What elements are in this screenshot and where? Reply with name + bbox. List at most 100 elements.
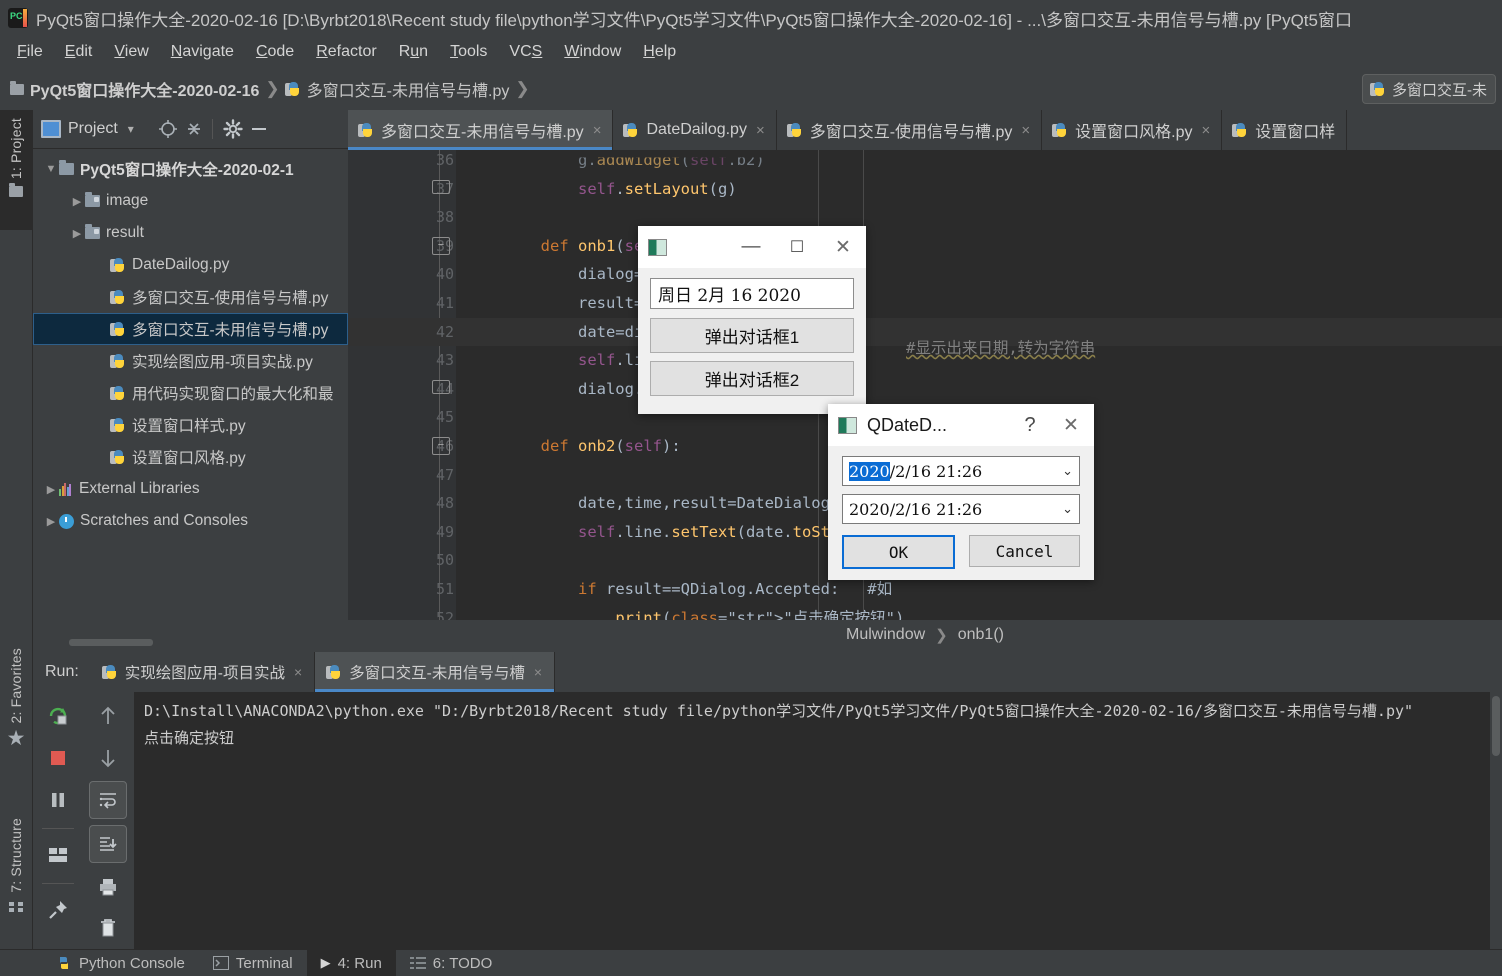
menu-window[interactable]: Window — [553, 40, 632, 64]
code-line[interactable]: result=dialog — [466, 289, 1502, 318]
stop-icon[interactable] — [40, 740, 76, 776]
sidebar-item-favorites[interactable]: 2: Favorites ★ — [0, 640, 32, 780]
app-main-dialog[interactable]: — ☐ ✕ 周日 2月 16 2020 弹出对话框1 弹出对话框2 — [638, 226, 866, 414]
menu-file[interactable]: File — [6, 40, 54, 64]
code-line[interactable] — [466, 203, 1502, 232]
maximize-icon[interactable]: ☐ — [774, 226, 820, 268]
pause-icon[interactable] — [40, 782, 76, 818]
close-icon[interactable]: × — [294, 664, 302, 680]
editor-tab-1[interactable]: DateDailog.py × — [613, 110, 777, 150]
chevron-right-icon[interactable]: ▶ — [43, 483, 59, 496]
run-console-output[interactable]: D:\Install\ANACONDA2\python.exe "D:/Byrb… — [134, 692, 1490, 960]
chevron-down-icon[interactable]: ▾ — [128, 122, 134, 136]
chevron-down-icon[interactable]: ⌄ — [1062, 464, 1073, 479]
scroll-to-end-icon[interactable] — [89, 825, 127, 863]
print-icon[interactable] — [90, 869, 126, 905]
cancel-button[interactable]: Cancel — [969, 535, 1080, 567]
code-line[interactable]: dialog=DateDi — [466, 260, 1502, 289]
code-line[interactable]: print(class="str">"点击确定按钮") — [466, 604, 1502, 620]
status-python-console[interactable]: Python Console — [42, 955, 199, 972]
status-run[interactable]: ▶ 4: Run — [306, 950, 396, 976]
code-line[interactable]: def onb1(self): — [466, 232, 1502, 261]
tree-item[interactable]: 设置窗口样式.py — [33, 409, 348, 441]
up-arrow-icon[interactable] — [90, 698, 126, 734]
date-display-field[interactable]: 周日 2月 16 2020 — [650, 278, 854, 309]
status-terminal[interactable]: Terminal — [199, 955, 307, 972]
run-tab-0[interactable]: 实现绘图应用-项目实战 × — [91, 652, 316, 692]
trash-icon[interactable] — [90, 910, 126, 946]
tree-item[interactable]: 多窗口交互-未用信号与槽.py — [33, 313, 348, 345]
chevron-right-icon[interactable]: ▶ — [43, 515, 59, 528]
tree-item[interactable]: 设置窗口风格.py — [33, 441, 348, 473]
menu-navigate[interactable]: Navigate — [160, 40, 245, 64]
minimize-icon[interactable]: — — [728, 226, 774, 268]
run-configuration-selector[interactable]: 多窗口交互-未 — [1362, 74, 1496, 104]
breadcrumb-class[interactable]: Mulwindow — [846, 626, 925, 644]
close-icon[interactable]: × — [756, 122, 765, 139]
pin-icon[interactable] — [40, 892, 76, 928]
editor-tab-4[interactable]: 设置窗口样 — [1222, 110, 1348, 150]
status-todo[interactable]: 6: TODO — [396, 955, 506, 972]
help-icon[interactable]: ? — [1012, 404, 1048, 446]
collapse-all-icon[interactable] — [182, 117, 206, 141]
open-dialog-2-button[interactable]: 弹出对话框2 — [650, 361, 854, 396]
run-tab-1[interactable]: 多窗口交互-未用信号与槽 × — [315, 652, 556, 692]
qdate-dialog[interactable]: QDateD... ? ✕ 2020/2/16 21:26 ⌄ 2020/2/1… — [828, 404, 1094, 580]
tree-item[interactable]: 用代码实现窗口的最大化和最 — [33, 377, 348, 409]
editor-tab-3[interactable]: 设置窗口风格.py × — [1042, 110, 1223, 150]
datetime-edit-1[interactable]: 2020/2/16 21:26 ⌄ — [842, 456, 1080, 486]
menu-help[interactable]: Help — [632, 40, 687, 64]
menu-tools[interactable]: Tools — [439, 40, 498, 64]
console-vertical-scrollbar[interactable] — [1492, 696, 1500, 756]
app-main-dialog-titlebar[interactable]: — ☐ ✕ — [638, 226, 866, 268]
menu-run[interactable]: Run — [388, 40, 439, 64]
code-line[interactable]: dialog.destro — [466, 375, 1502, 404]
breadcrumb-file[interactable]: 多窗口交互-未用信号与槽.py — [284, 77, 509, 101]
locate-icon[interactable] — [156, 117, 180, 141]
code-line[interactable]: g.addWidget(self.b2) — [466, 157, 1502, 174]
editor-tab-2[interactable]: 多窗口交互-使用信号与槽.py × — [776, 110, 1043, 150]
hide-panel-icon[interactable] — [247, 117, 271, 141]
close-icon[interactable]: ✕ — [1048, 404, 1094, 446]
code-line[interactable]: self.setLayout(g) — [466, 175, 1502, 204]
settings-gear-icon[interactable] — [221, 117, 245, 141]
chevron-down-icon[interactable]: ▼ — [43, 163, 59, 175]
sidebar-item-structure[interactable]: 7: Structure — [0, 810, 32, 950]
tree-item[interactable]: 实现绘图应用-项目实战.py — [33, 345, 348, 377]
datetime-edit-2[interactable]: 2020/2/16 21:26 ⌄ — [842, 494, 1080, 524]
tree-item[interactable]: ▶ image — [33, 185, 348, 217]
rerun-icon[interactable] — [40, 698, 76, 734]
fold-collapse-icon[interactable]: − — [432, 236, 450, 255]
tree-item[interactable]: 多窗口交互-使用信号与槽.py — [33, 281, 348, 313]
close-icon[interactable]: × — [1021, 122, 1030, 139]
qdate-dialog-titlebar[interactable]: QDateD... ? ✕ — [828, 404, 1094, 446]
breadcrumb-project[interactable]: PyQt5窗口操作大全-2020-02-16 — [10, 77, 259, 101]
tree-item[interactable]: ▶ Scratches and Consoles — [33, 505, 348, 537]
close-icon[interactable]: ✕ — [820, 226, 866, 268]
tree-item[interactable]: ▼ PyQt5窗口操作大全-2020-02-1 — [33, 153, 348, 185]
close-icon[interactable]: × — [1202, 122, 1211, 139]
project-horizontal-scrollbar[interactable] — [69, 639, 153, 646]
tree-item[interactable]: DateDailog.py — [33, 249, 348, 281]
fold-end-icon[interactable] — [432, 179, 450, 194]
close-icon[interactable]: × — [593, 122, 602, 139]
fold-end-icon[interactable] — [432, 379, 450, 394]
chevron-right-icon[interactable]: ▶ — [69, 195, 85, 208]
tree-item[interactable]: ▶ result — [33, 217, 348, 249]
menu-edit[interactable]: Edit — [54, 40, 104, 64]
layout-icon[interactable] — [40, 837, 76, 873]
close-icon[interactable]: × — [534, 664, 542, 680]
breadcrumb-method[interactable]: onb1() — [958, 626, 1004, 644]
menu-refactor[interactable]: Refactor — [305, 40, 387, 64]
menu-vcs[interactable]: VCS — [498, 40, 553, 64]
down-arrow-icon[interactable] — [90, 740, 126, 776]
tree-item[interactable]: ▶ External Libraries — [33, 473, 348, 505]
menu-view[interactable]: View — [103, 40, 159, 64]
chevron-right-icon[interactable]: ▶ — [69, 227, 85, 240]
open-dialog-1-button[interactable]: 弹出对话框1 — [650, 318, 854, 353]
ok-button[interactable]: OK — [842, 535, 955, 569]
fold-collapse-icon[interactable]: − — [432, 437, 450, 455]
soft-wrap-icon[interactable] — [89, 781, 127, 820]
editor-tab-0[interactable]: 多窗口交互-未用信号与槽.py × — [348, 110, 614, 150]
sidebar-item-project[interactable]: 1: Project — [0, 110, 32, 230]
